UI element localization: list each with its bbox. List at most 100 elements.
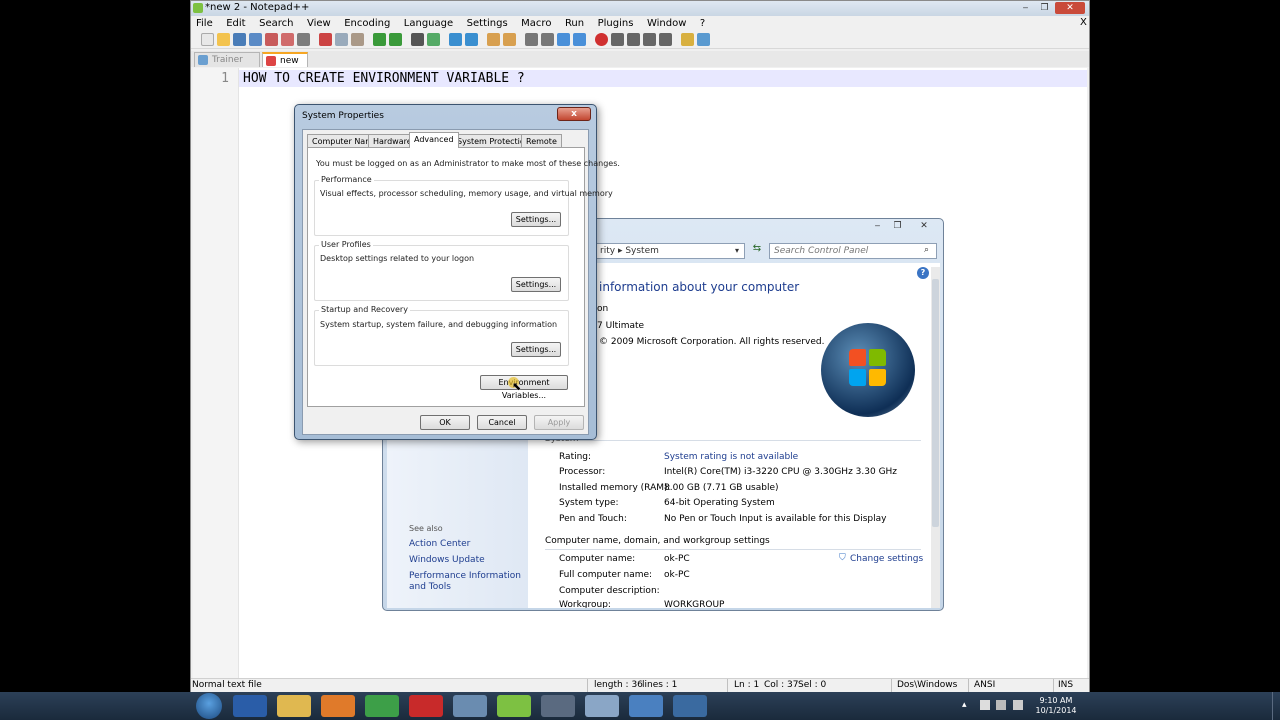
word-wrap-icon[interactable] xyxy=(525,33,538,46)
editor-line-text[interactable]: HOW TO CREATE ENVIRONMENT VARIABLE ? xyxy=(243,71,525,86)
action-center-tray-icon[interactable] xyxy=(980,700,990,710)
menu-language[interactable]: Language xyxy=(399,17,458,30)
action-center-link[interactable]: Action Center xyxy=(409,539,470,549)
breadcrumb-system[interactable]: System xyxy=(625,246,659,256)
shield-icon: ⛉ xyxy=(839,553,846,563)
ram-value: 8.00 GB (7.71 GB usable) xyxy=(664,483,779,493)
document-close-x[interactable]: X xyxy=(1075,16,1092,29)
menu-search[interactable]: Search xyxy=(254,17,298,30)
zoom-out-icon[interactable] xyxy=(465,33,478,46)
status-lines: lines : 1 xyxy=(642,680,678,690)
apply-button[interactable]: Apply xyxy=(534,415,584,430)
start-button[interactable] xyxy=(196,693,222,719)
volume-tray-icon[interactable] xyxy=(1013,700,1023,710)
find-icon[interactable] xyxy=(411,33,424,46)
menu-window[interactable]: Window xyxy=(642,17,691,30)
language-view-icon[interactable] xyxy=(573,33,586,46)
internet-explorer-icon[interactable] xyxy=(233,695,267,717)
search-input[interactable]: Search Control Panel xyxy=(769,243,937,259)
media-player-icon[interactable] xyxy=(321,695,355,717)
save-all-icon[interactable] xyxy=(249,33,262,46)
breadcrumb-part[interactable]: rity xyxy=(600,246,615,256)
ram-label: Installed memory (RAM): xyxy=(559,483,671,493)
network-tray-icon[interactable] xyxy=(996,700,1006,710)
address-bar[interactable]: rity ▸ System xyxy=(595,243,745,259)
menu-edit[interactable]: Edit xyxy=(221,17,250,30)
sync-vertical-icon[interactable] xyxy=(487,33,500,46)
show-all-chars-icon[interactable] xyxy=(541,33,554,46)
tray-clock[interactable]: 9:10 AM 10/1/2014 xyxy=(1030,696,1082,716)
address-dropdown-icon[interactable]: ▾ xyxy=(735,246,739,255)
notepad-icon[interactable] xyxy=(585,695,619,717)
search-icon[interactable]: ⌕ xyxy=(924,245,929,255)
copy-icon[interactable] xyxy=(335,33,348,46)
environment-variables-button[interactable]: Environment Variables... xyxy=(480,375,568,400)
stop-macro-icon[interactable] xyxy=(611,33,624,46)
replace-icon[interactable] xyxy=(427,33,440,46)
print-icon[interactable] xyxy=(297,33,310,46)
close-button[interactable]: ✕ xyxy=(1055,2,1085,14)
doc-map-icon[interactable] xyxy=(681,33,694,46)
undo-icon[interactable] xyxy=(373,33,386,46)
zoom-in-icon[interactable] xyxy=(449,33,462,46)
save-macro-icon[interactable] xyxy=(659,33,672,46)
cp-scroll-thumb[interactable] xyxy=(932,279,939,527)
menu-encoding[interactable]: Encoding xyxy=(339,17,395,30)
play-macro-icon[interactable] xyxy=(627,33,640,46)
indent-guide-icon[interactable] xyxy=(557,33,570,46)
sync-horizontal-icon[interactable] xyxy=(503,33,516,46)
paint-icon[interactable] xyxy=(453,695,487,717)
paste-icon[interactable] xyxy=(351,33,364,46)
spellcheck-icon[interactable] xyxy=(697,33,710,46)
minimize-button[interactable]: ‒ xyxy=(1017,2,1034,14)
tab-new-2[interactable]: new 2 xyxy=(262,52,308,80)
performance-settings-button[interactable]: Settings... xyxy=(511,212,561,227)
user-profiles-settings-button[interactable]: Settings... xyxy=(511,277,561,292)
show-desktop-button[interactable] xyxy=(1272,692,1280,720)
run-macro-multiple-icon[interactable] xyxy=(643,33,656,46)
menu-settings[interactable]: Settings xyxy=(462,17,513,30)
menu-plugins[interactable]: Plugins xyxy=(593,17,639,30)
menu-run[interactable]: Run xyxy=(560,17,589,30)
tray-expand-icon[interactable]: ▴ xyxy=(962,700,967,710)
menu-macro[interactable]: Macro xyxy=(516,17,556,30)
cancel-button[interactable]: Cancel xyxy=(477,415,527,430)
windows-update-link[interactable]: Windows Update xyxy=(409,555,485,565)
redo-icon[interactable] xyxy=(389,33,402,46)
cp-minimize-button[interactable]: ‒ xyxy=(869,220,886,232)
line-number: 1 xyxy=(221,71,229,86)
cut-icon[interactable] xyxy=(319,33,332,46)
system-properties-taskbar-icon[interactable] xyxy=(673,695,707,717)
file-explorer-icon[interactable] xyxy=(277,695,311,717)
tab-advanced[interactable]: Advanced xyxy=(409,132,459,148)
save-icon[interactable] xyxy=(233,33,246,46)
menu-help[interactable]: ? xyxy=(695,17,710,30)
cp-maximize-button[interactable]: ❐ xyxy=(889,220,906,232)
tab-trainer-tips[interactable]: Trainer Tips.txt xyxy=(194,52,260,79)
refresh-icon[interactable]: ⇆ xyxy=(749,243,765,259)
record-macro-icon[interactable] xyxy=(595,33,608,46)
startup-recovery-settings-button[interactable]: Settings... xyxy=(511,342,561,357)
system-type-value: 64-bit Operating System xyxy=(664,498,775,508)
close-all-icon[interactable] xyxy=(281,33,294,46)
change-settings-link[interactable]: Change settings xyxy=(850,554,923,564)
maximize-button[interactable]: ❐ xyxy=(1036,2,1053,14)
dialog-close-button[interactable]: x xyxy=(557,107,591,121)
control-panel-taskbar-icon[interactable] xyxy=(629,695,663,717)
chrome-icon[interactable] xyxy=(365,695,399,717)
search-placeholder: Search Control Panel xyxy=(774,246,869,256)
recorder-icon[interactable] xyxy=(541,695,575,717)
ok-button[interactable]: OK xyxy=(420,415,470,430)
menu-file[interactable]: File xyxy=(191,17,218,30)
cp-close-button[interactable]: ✕ xyxy=(911,220,937,232)
menu-view[interactable]: View xyxy=(302,17,336,30)
acrobat-icon[interactable] xyxy=(409,695,443,717)
open-file-icon[interactable] xyxy=(217,33,230,46)
performance-info-link[interactable]: Performance Information and Tools xyxy=(409,571,525,593)
notepadpp-taskbar-icon[interactable] xyxy=(497,695,531,717)
close-file-icon[interactable] xyxy=(265,33,278,46)
help-icon[interactable]: ? xyxy=(917,267,929,279)
rating-link[interactable]: System rating is not available xyxy=(664,452,798,462)
tab-remote[interactable]: Remote xyxy=(521,134,562,148)
new-file-icon[interactable] xyxy=(201,33,214,46)
